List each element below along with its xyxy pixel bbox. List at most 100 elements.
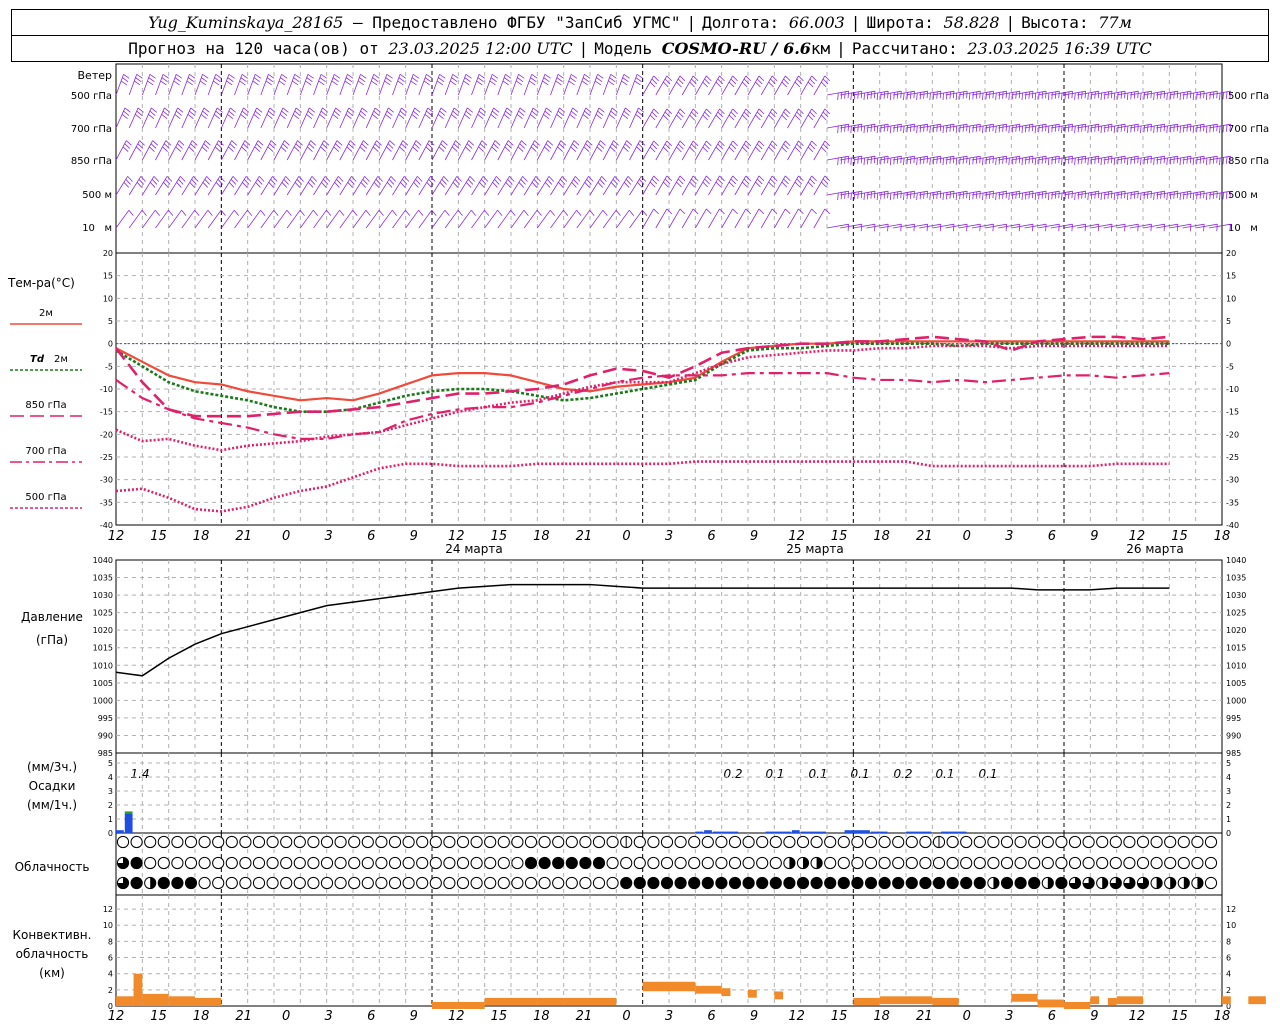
press-tick-left: 990 xyxy=(98,731,113,740)
wind-barb-feather xyxy=(955,192,958,201)
wind-level-right-4: 500 м xyxy=(1228,190,1258,201)
wind-barb-staff xyxy=(694,208,707,229)
cloud-circle xyxy=(212,876,225,890)
wind-barb-feather xyxy=(919,157,922,165)
wind-barb-feather xyxy=(900,91,902,99)
wind-barb-feather xyxy=(333,146,340,152)
cloud-circle xyxy=(824,835,837,849)
wind-barb-feather xyxy=(253,77,260,82)
wind-barb-feather xyxy=(522,176,528,182)
cloud-circle xyxy=(280,876,293,890)
cloud-circle xyxy=(552,835,565,849)
wind-barb-feather xyxy=(266,77,274,82)
wind-barb-feather xyxy=(952,224,955,232)
wind-barb-feather xyxy=(1074,125,1076,134)
temp-tick-right: 5 xyxy=(1226,317,1231,326)
wind-barb-staff xyxy=(668,140,681,161)
wind-barb-feather xyxy=(1104,192,1106,200)
wind-barb-feather xyxy=(180,176,186,182)
wind-barb-feather xyxy=(414,107,421,113)
wind-barb-feather xyxy=(1166,125,1168,134)
wind-barb-feather xyxy=(900,124,902,132)
wind-barb-feather xyxy=(201,146,208,152)
conv-bar xyxy=(484,997,538,1006)
wind-barb-feather xyxy=(932,157,935,165)
wind-barb-feather xyxy=(518,73,525,79)
cloud-overcast xyxy=(743,877,755,889)
cloud-circle xyxy=(1068,856,1082,870)
wind-barb-feather xyxy=(807,146,814,153)
wind-barb-feather xyxy=(876,157,879,166)
hour-label-bottom: 6 xyxy=(367,1009,375,1024)
wind-barb-feather xyxy=(1034,92,1037,101)
precip-label-8: 0.1 xyxy=(978,767,997,781)
wind-barb-feather xyxy=(887,191,889,199)
wind-barb-feather xyxy=(533,179,540,185)
wind-barb-staff xyxy=(747,208,760,229)
wind-barb-feather xyxy=(360,182,366,188)
wind-barb-staff xyxy=(642,108,655,129)
wind-barb-feather xyxy=(254,110,261,116)
cloud-circle xyxy=(361,835,374,849)
cloud-circle xyxy=(946,856,959,870)
wind-barb-feather xyxy=(1203,124,1205,132)
wind-barb-feather xyxy=(679,208,686,215)
wind-barb-feather xyxy=(939,224,942,232)
wind-barb-feather xyxy=(213,80,220,86)
day-label-1: 24 марта xyxy=(445,542,502,556)
wind-barb-feather xyxy=(623,110,630,116)
wind-barb-feather xyxy=(1222,92,1224,100)
wind-barb-feather xyxy=(1071,224,1073,232)
wind-barb-feather xyxy=(850,192,852,201)
hour-label-bottom: 12 xyxy=(788,1009,805,1024)
wind-barb-staff xyxy=(141,107,152,129)
cloud-circle xyxy=(361,856,374,870)
wind-barb-feather xyxy=(936,156,938,164)
conv-bar xyxy=(537,997,564,1006)
cloud-overcast xyxy=(892,877,904,889)
wind-barb-staff xyxy=(141,176,155,196)
wind-barb-feather xyxy=(232,176,239,182)
conv-tick-right: 6 xyxy=(1226,954,1231,963)
wind-barb-feather xyxy=(1156,192,1159,200)
wind-barb-feather xyxy=(923,124,925,132)
wind-barb-feather xyxy=(442,140,448,146)
wind-barb-feather xyxy=(850,157,852,166)
wind-barb-feather xyxy=(175,146,182,152)
wind-barb-feather xyxy=(123,73,130,79)
wind-barb-feather xyxy=(1077,192,1080,200)
wind-barb-feather xyxy=(351,176,357,182)
wind-barb-feather xyxy=(919,92,922,100)
cloud-circle xyxy=(592,835,606,849)
wind-barb-staff xyxy=(523,107,534,129)
wind-barb-feather xyxy=(942,192,944,201)
wind-barb-feather xyxy=(1133,124,1136,132)
wind-barb-staff xyxy=(563,74,572,96)
hour-label-bottom: 15 xyxy=(831,1009,848,1024)
wind-barb-feather xyxy=(1212,156,1215,164)
wind-barb-feather xyxy=(1028,156,1030,164)
cloud-half xyxy=(803,857,809,869)
wind-barb-feather xyxy=(809,143,816,150)
cloud-circle xyxy=(293,835,306,849)
wind-barb-feather xyxy=(452,73,459,79)
cloud-circle xyxy=(1028,856,1041,870)
wind-barb-staff xyxy=(471,140,483,161)
wind-barb-feather xyxy=(174,77,181,82)
wind-barb-feather xyxy=(985,92,987,100)
wind-barb-feather xyxy=(292,80,299,86)
wind-barb-feather xyxy=(124,107,131,113)
cloud-overcast xyxy=(593,857,605,869)
wind-barb-feather xyxy=(1068,91,1070,99)
wind-barb-feather xyxy=(572,143,578,149)
cloud-overcast xyxy=(974,877,986,889)
wind-barb-feather xyxy=(519,143,526,149)
cloud-circle xyxy=(892,856,905,870)
wind-barb-feather xyxy=(496,176,502,182)
cloud-circle xyxy=(524,876,538,890)
wind-barb-feather xyxy=(622,114,629,120)
wind-barb-feather xyxy=(187,114,194,120)
cloud-circle xyxy=(1177,835,1190,849)
temp-tick-left: -25 xyxy=(100,453,113,462)
cloud-circle xyxy=(796,835,810,849)
